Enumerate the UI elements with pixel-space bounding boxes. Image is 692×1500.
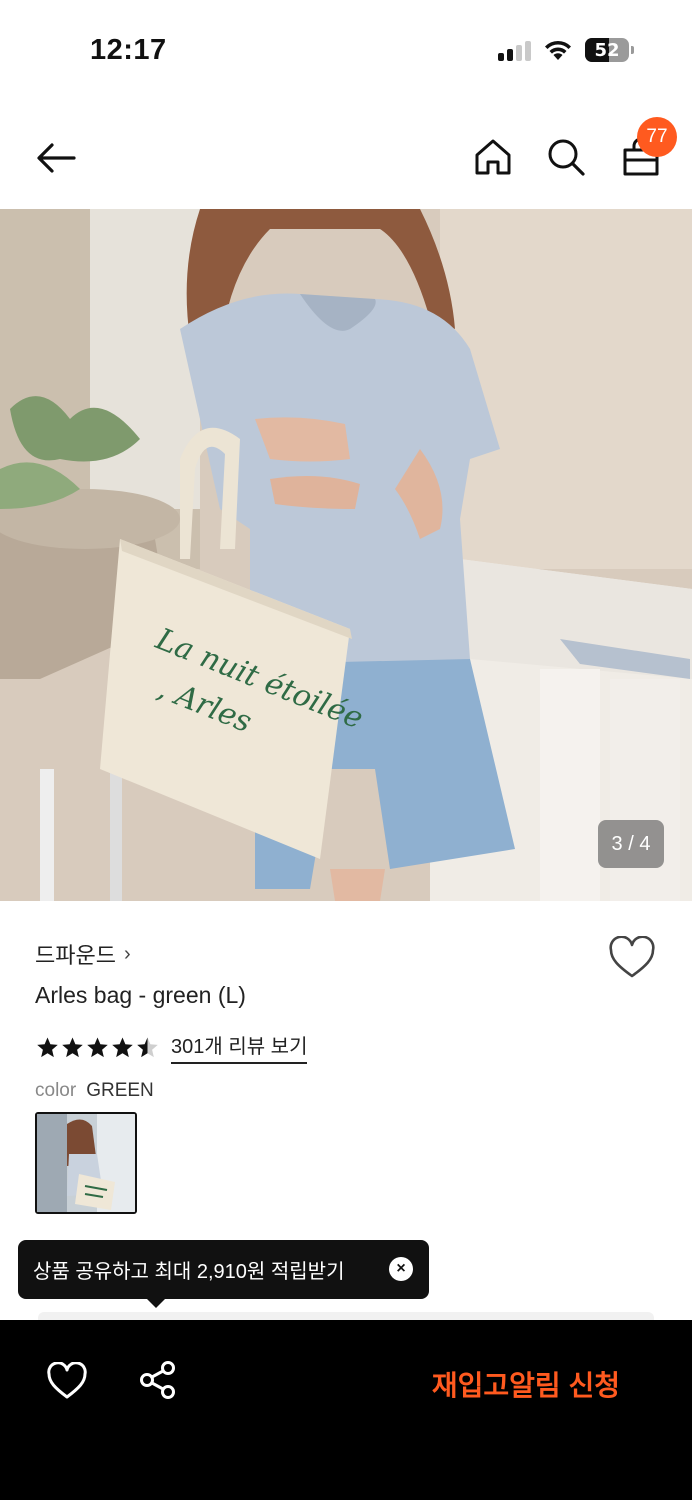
share-reward-tooltip[interactable]: 상품 공유하고 최대 2,910원 적립받기 × (18, 1240, 429, 1299)
chevron-right-icon: › (123, 942, 131, 965)
star-icon (62, 1036, 83, 1057)
status-bar: 12:17 52 (0, 0, 692, 100)
brand-name: 드파운드 (35, 943, 116, 968)
cart-count-badge: 77 (637, 117, 677, 157)
color-value: GREEN (86, 1080, 154, 1101)
star-icon (87, 1036, 108, 1057)
wifi-icon (545, 40, 571, 60)
home-icon[interactable] (472, 136, 514, 178)
heart-icon[interactable] (608, 936, 656, 980)
close-icon[interactable]: × (389, 1257, 413, 1281)
star-half-icon (137, 1036, 158, 1057)
restock-alert-button[interactable]: 재입고알림 신청 (432, 1364, 620, 1404)
back-arrow-icon[interactable] (34, 136, 78, 180)
color-row: color GREEN (35, 1080, 154, 1102)
review-link[interactable]: 301개 리뷰 보기 (171, 1030, 308, 1064)
color-swatch-green[interactable] (35, 1112, 137, 1214)
bottom-action-bar: 재입고알림 신청 (0, 1320, 692, 1500)
product-image[interactable]: La nuit étoilée , Arles 3 / 4 (0, 209, 692, 901)
star-icon (112, 1036, 133, 1057)
tooltip-arrow (146, 1298, 166, 1308)
star-icon (37, 1036, 58, 1057)
battery-level: 52 (594, 39, 620, 61)
color-label: color (35, 1080, 77, 1101)
status-time: 12:17 (90, 34, 167, 66)
tooltip-text: 상품 공유하고 최대 2,910원 적립받기 (33, 1261, 345, 1283)
product-title: Arles bag - green (L) (35, 982, 246, 1008)
image-counter: 3 / 4 (598, 820, 664, 868)
rating-row: 301개 리뷰 보기 (36, 1030, 308, 1064)
status-icons: 52 (498, 38, 634, 62)
brand-link[interactable]: 드파운드 › (35, 938, 131, 970)
rating-stars (36, 1036, 159, 1059)
heart-icon[interactable] (47, 1362, 87, 1400)
battery-icon: 52 (585, 38, 629, 62)
share-icon[interactable] (138, 1360, 178, 1400)
search-icon[interactable] (545, 136, 587, 178)
signal-icon (498, 39, 531, 61)
top-nav (0, 110, 692, 206)
